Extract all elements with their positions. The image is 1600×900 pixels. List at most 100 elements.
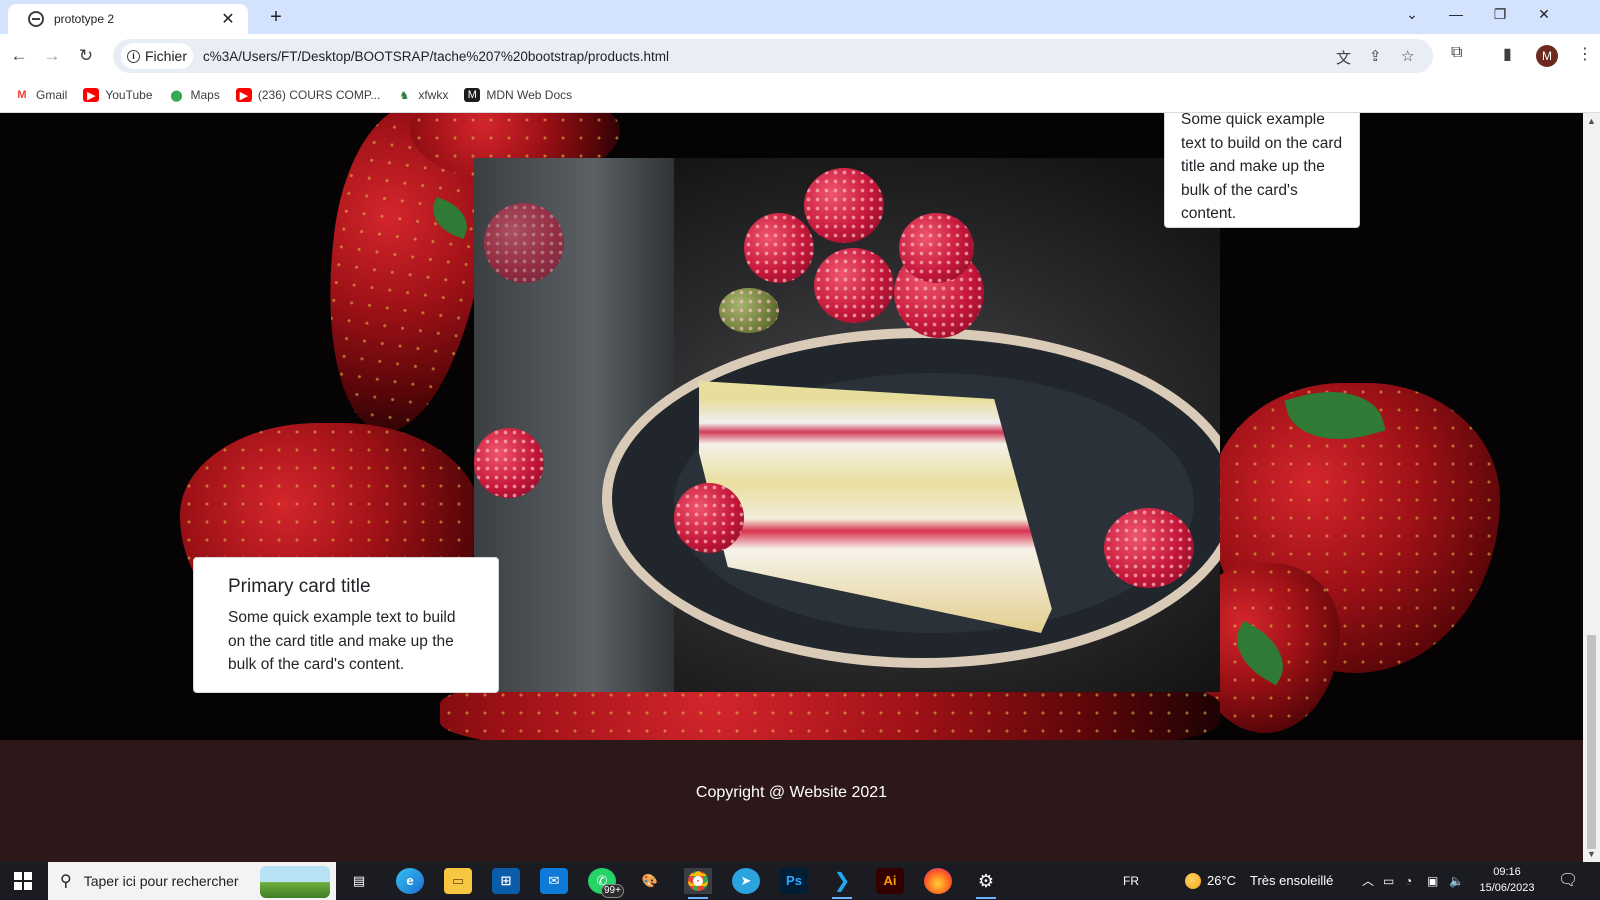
paint-icon[interactable]: 🎨 <box>636 868 664 894</box>
bookmark-label: (236) COURS COMP... <box>257 88 381 102</box>
search-icon: ⚲ <box>60 873 72 890</box>
mail-icon[interactable]: ✉ <box>540 868 568 894</box>
youtube-icon: ▶ <box>235 88 252 102</box>
forward-arrow-icon[interactable]: → <box>40 44 64 68</box>
chrome-icon[interactable] <box>684 868 712 899</box>
raspberry-decoration <box>474 428 544 498</box>
telegram-icon[interactable]: ➤ <box>732 868 760 894</box>
tab-title: prototype 2 <box>54 12 115 26</box>
battery-icon[interactable]: ▭ <box>1383 862 1394 900</box>
taskbar-clock[interactable]: 09:16 15/06/2023 <box>1472 864 1542 896</box>
bookmark-label: xfwkx <box>418 88 449 102</box>
firefox-icon[interactable] <box>924 868 952 894</box>
scrollbar-thumb[interactable] <box>1587 635 1596 849</box>
extensions-icon[interactable]: ⧉ <box>1451 44 1462 62</box>
back-arrow-icon[interactable]: ← <box>7 44 31 68</box>
raspberry-decoration <box>744 213 814 283</box>
raspberry-decoration <box>804 168 884 243</box>
tab-search-chevron-icon[interactable]: ⌄ <box>1390 0 1434 30</box>
info-card-top: Some quick example text to build on the … <box>1164 113 1360 228</box>
gmail-icon: M <box>17 89 27 101</box>
info-icon: i <box>127 49 140 63</box>
site-info-chip[interactable]: i Fichier <box>121 43 194 69</box>
menu-kebab-icon[interactable]: ⋮ <box>1577 44 1593 64</box>
primary-card: Primary card title Some quick example te… <box>193 557 499 693</box>
mdn-icon: M <box>464 88 481 102</box>
bookmark-label: YouTube <box>105 88 153 102</box>
profile-avatar[interactable]: M <box>1536 45 1558 67</box>
raspberry-decoration <box>899 213 974 283</box>
task-view-icon[interactable]: ▤ <box>345 868 373 894</box>
device-icon[interactable]: ▣ <box>1427 862 1438 900</box>
bookmark-label: Gmail <box>36 88 68 102</box>
illustrator-icon[interactable]: Ai <box>876 868 904 894</box>
bookmark-mdn[interactable]: M MDN Web Docs <box>464 88 572 102</box>
site-footer: Copyright @ Website 2021 <box>0 740 1583 862</box>
page-viewport: Some quick example text to build on the … <box>0 113 1583 862</box>
bookmark-label: Maps <box>190 88 220 102</box>
card-text: Some quick example text to build on the … <box>228 609 456 673</box>
card-text: Some quick example text to build on the … <box>1181 113 1343 222</box>
site-info-label: Fichier <box>145 48 188 64</box>
raspberry-decoration <box>484 203 564 283</box>
address-bar[interactable]: i Fichier c%3A/Users/FT/Desktop/BOOTSRAP… <box>113 39 1433 73</box>
browser-toolbar: ← → ↻ i Fichier c%3A/Users/FT/Desktop/BO… <box>0 34 1600 78</box>
share-icon[interactable]: ⇪ <box>1369 47 1382 65</box>
page-scrollbar[interactable]: ▲ ▼ <box>1583 113 1600 862</box>
clock-time: 09:16 <box>1493 866 1521 878</box>
raspberry-decoration <box>1104 508 1194 588</box>
bookmark-gmail[interactable]: M Gmail <box>14 88 67 102</box>
whatsapp-badge: 99+ <box>601 884 624 898</box>
xfwkx-icon: ♞ <box>399 89 410 102</box>
url-text[interactable]: c%3A/Users/FT/Desktop/BOOTSRAP/tache%207… <box>203 49 669 64</box>
youtube-icon: ▶ <box>83 88 100 102</box>
scroll-down-arrow-icon[interactable]: ▼ <box>1587 849 1596 859</box>
weather-description[interactable]: Très ensoleillé <box>1250 862 1333 900</box>
language-indicator[interactable]: FR <box>1123 862 1139 900</box>
bookmark-star-icon[interactable]: ☆ <box>1401 47 1414 65</box>
raspberry-decoration <box>674 483 744 553</box>
show-hidden-icons-chevron-icon[interactable]: ︿ <box>1362 862 1374 900</box>
edge-icon[interactable]: e <box>396 868 424 894</box>
browser-tab[interactable]: prototype 2 ✕ <box>8 4 248 34</box>
windows-taskbar: ⚲ Taper ici pour rechercher ▤ e ▭ ⊞ ✉ ✆ … <box>0 862 1600 900</box>
close-window-button[interactable]: ✕ <box>1522 0 1566 30</box>
search-placeholder: Taper ici pour rechercher <box>83 873 239 889</box>
windows-start-icon[interactable] <box>14 872 32 890</box>
settings-gear-icon[interactable]: ⚙ <box>972 868 1000 899</box>
search-highlight-image <box>260 866 330 898</box>
bookmark-maps[interactable]: ⬤ Maps <box>169 88 220 102</box>
weather-temperature[interactable]: 26°C <box>1207 862 1236 900</box>
scroll-up-arrow-icon[interactable]: ▲ <box>1587 116 1596 126</box>
globe-icon <box>28 11 44 27</box>
raspberry-decoration <box>814 248 894 323</box>
file-explorer-icon[interactable]: ▭ <box>444 868 472 894</box>
new-tab-button[interactable]: + <box>263 5 289 31</box>
minimize-button[interactable]: — <box>1434 0 1478 30</box>
strawberry-background: Some quick example text to build on the … <box>0 113 1583 740</box>
restore-button[interactable]: ❐ <box>1478 0 1522 30</box>
weather-sun-icon <box>1185 873 1201 889</box>
photoshop-icon[interactable]: Ps <box>780 868 808 894</box>
close-tab-button[interactable]: ✕ <box>218 9 238 29</box>
bookmark-label: MDN Web Docs <box>486 88 573 102</box>
taskbar-search-box[interactable]: ⚲ Taper ici pour rechercher <box>48 862 336 900</box>
cake-photo <box>474 158 1220 692</box>
vscode-icon[interactable]: ❯ <box>828 868 856 899</box>
volume-icon[interactable]: 🔈 <box>1449 862 1464 900</box>
notifications-icon[interactable]: 🗨 <box>1558 862 1578 900</box>
wifi-icon[interactable]: ◔ <box>1405 862 1412 900</box>
microsoft-store-icon[interactable]: ⊞ <box>492 868 520 894</box>
bookmark-xfwkx[interactable]: ♞ xfwkx <box>396 88 448 102</box>
maps-icon: ⬤ <box>170 89 183 102</box>
bookmark-youtube[interactable]: ▶ YouTube <box>83 88 153 102</box>
clock-date: 15/06/2023 <box>1479 882 1535 894</box>
bookmark-cours[interactable]: ▶ (236) COURS COMP... <box>235 88 381 102</box>
reload-icon[interactable]: ↻ <box>74 44 98 68</box>
tab-strip: prototype 2 ✕ + ⌄ — ❐ ✕ <box>0 0 1600 34</box>
side-panel-icon[interactable]: ▮ <box>1503 44 1512 64</box>
card-title: Primary card title <box>228 576 371 597</box>
bookmarks-bar: M Gmail ▶ YouTube ⬤ Maps ▶ (236) COURS C… <box>0 78 1600 113</box>
raspberry-decoration <box>719 288 779 333</box>
translate-icon[interactable]: 文 <box>1336 47 1351 68</box>
